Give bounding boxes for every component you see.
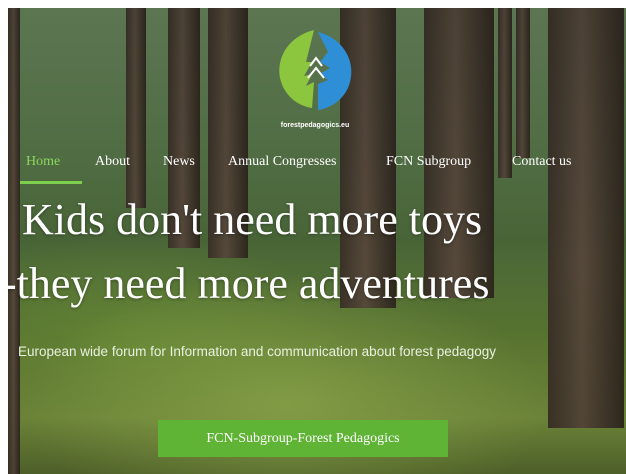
hero-section: forestpedagogics.eu Home About News Annu…	[8, 8, 626, 474]
nav-fcn-subgroup[interactable]: FCN Subgroup	[386, 154, 471, 170]
nav-annual-congresses[interactable]: Annual Congresses	[228, 154, 337, 170]
nav-about[interactable]: About	[95, 154, 130, 170]
nav-contact-us[interactable]: Contact us	[512, 154, 572, 170]
active-nav-indicator	[20, 181, 82, 184]
nav-news[interactable]: News	[163, 154, 195, 170]
hero-headline-line2: -they need more adventures	[8, 259, 490, 308]
fcn-subgroup-button[interactable]: FCN-Subgroup-Forest Pedagogics	[158, 420, 448, 457]
main-nav: Home About News Annual Congresses FCN Su…	[8, 154, 626, 188]
logo-caption: forestpedagogics.eu	[280, 122, 350, 129]
site-logo[interactable]	[270, 22, 360, 122]
nav-home[interactable]: Home	[26, 154, 60, 170]
hero-headline-line1: Kids don't need more toys	[22, 195, 483, 244]
hero-subheadline: European wide forum for Information and …	[18, 344, 497, 359]
